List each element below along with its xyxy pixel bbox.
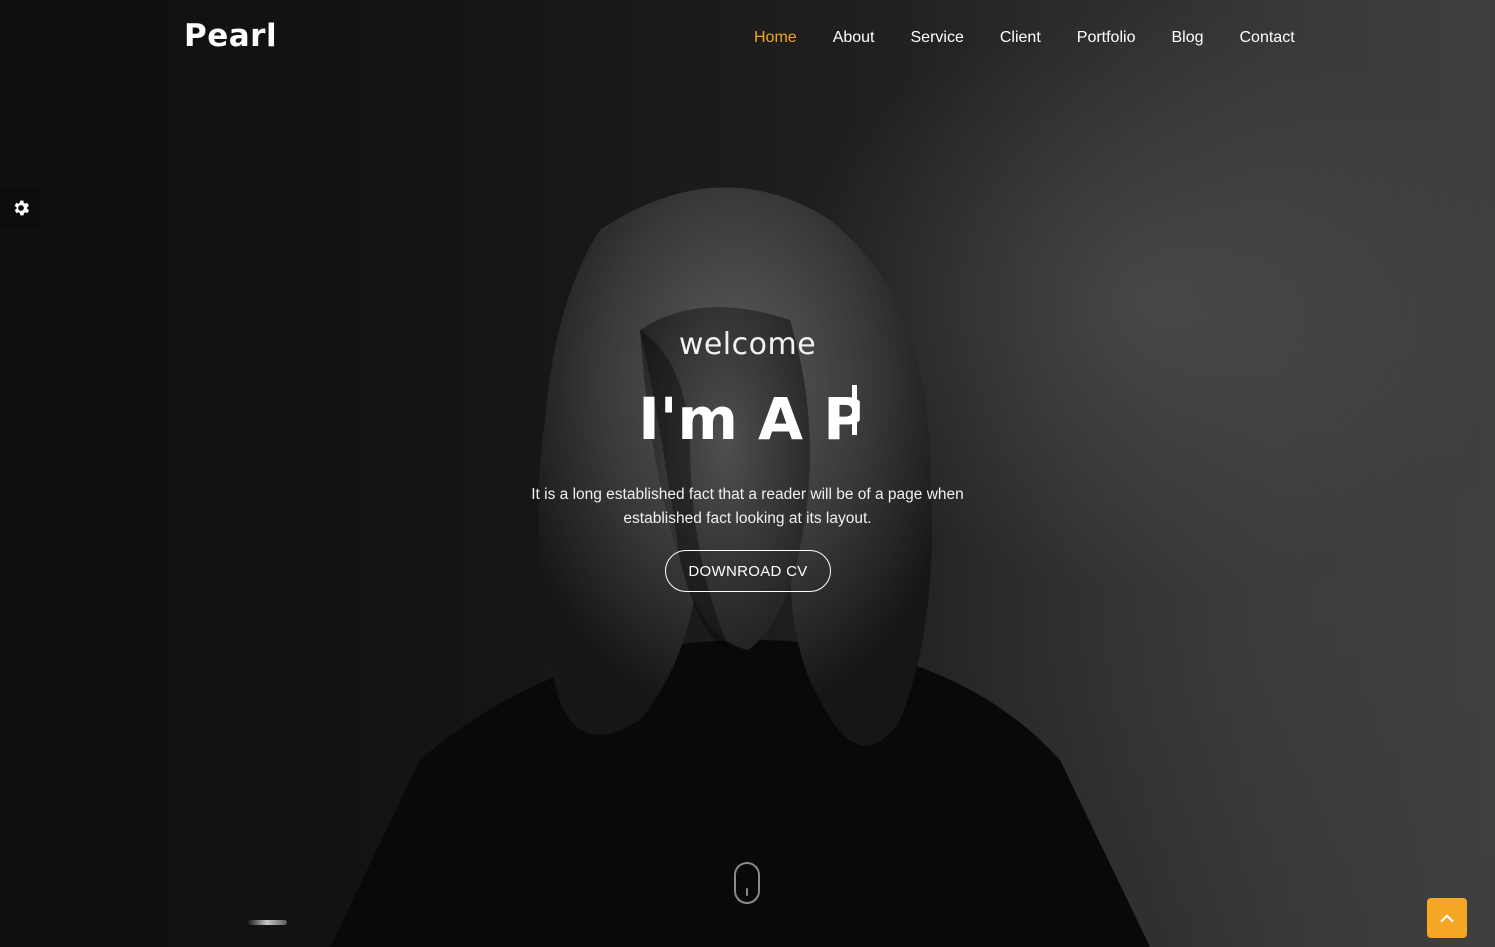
main-menu: Home About Service Client Portfolio Blog…: [736, 29, 1313, 47]
hero-section: Pearl Home About Service Client Portfoli…: [0, 0, 1495, 947]
site-logo[interactable]: Pearl: [184, 18, 277, 54]
chevron-up-icon: [1440, 914, 1454, 923]
nav-item-service[interactable]: Service: [911, 29, 964, 47]
nav-item-about[interactable]: About: [833, 29, 875, 47]
nav-item-client[interactable]: Client: [1000, 29, 1041, 47]
hero-description-line-2: established fact looking at its layout.: [623, 510, 872, 527]
nav-item-blog[interactable]: Blog: [1171, 29, 1203, 47]
dark-overlay: [0, 0, 1495, 947]
mouse-wheel: [746, 888, 748, 896]
hero-greeting: welcome: [678, 327, 817, 362]
top-navbar: Pearl Home About Service Client Portfoli…: [0, 0, 1495, 80]
hero-typed-headline: I'm A P: [0, 385, 1495, 455]
typed-text: I'm A P: [638, 385, 866, 453]
settings-toggle-button[interactable]: [0, 188, 41, 228]
download-cv-button[interactable]: DOWNROAD CV: [665, 550, 831, 592]
back-to-top-button[interactable]: [1427, 898, 1467, 938]
mouse-scroll-icon[interactable]: [734, 862, 760, 904]
light-streak: [247, 920, 287, 925]
nav-item-home[interactable]: Home: [754, 29, 797, 47]
nav-item-portfolio[interactable]: Portfolio: [1077, 29, 1136, 47]
hero-description: It is a long established fact that a rea…: [0, 483, 1495, 531]
gear-icon: [14, 200, 29, 216]
nav-item-contact[interactable]: Contact: [1240, 29, 1295, 47]
hero-description-line-1: It is a long established fact that a rea…: [531, 486, 964, 503]
